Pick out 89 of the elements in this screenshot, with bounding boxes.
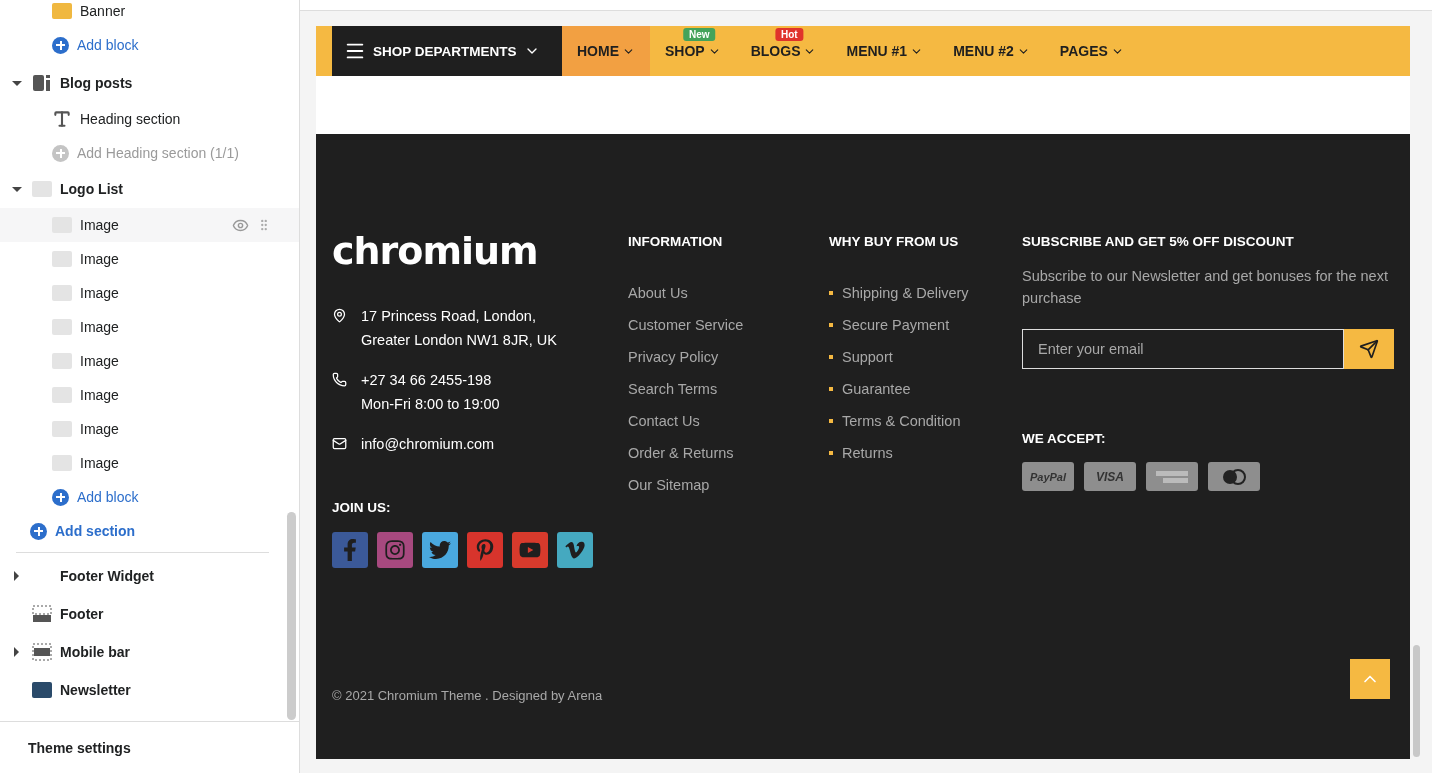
add-block-link: Add Heading section (1/1)	[0, 136, 299, 170]
phone-icon	[332, 372, 347, 387]
logo-thumbnail-icon	[52, 285, 72, 301]
nav-badge: New	[683, 28, 716, 41]
add-section-link[interactable]: Add section	[0, 514, 299, 548]
facebook-icon[interactable]	[332, 532, 368, 568]
contact-text: 17 Princess Road, London, Greater London NW1 8JR, UK	[361, 307, 557, 350]
logo-text: chromium	[332, 234, 539, 268]
logo-thumbnail-icon	[52, 455, 72, 471]
nav-item[interactable]: HOME	[562, 26, 650, 76]
section-item[interactable]: Logo List	[0, 170, 299, 208]
section-item[interactable]: Footer Widget	[0, 557, 299, 595]
logo-thumbnail-icon	[52, 353, 72, 369]
logo-thumbnail-icon	[52, 251, 72, 267]
footer-link[interactable]: Our Sitemap	[628, 469, 829, 501]
add-block-link[interactable]: Add block	[0, 28, 299, 62]
block-item[interactable]: Image	[0, 446, 299, 480]
visa-card: VISA	[1084, 462, 1136, 491]
section-item[interactable]: Mobile bar	[0, 633, 299, 671]
block-item[interactable]: Heading section	[0, 102, 299, 136]
footer-link[interactable]: About Us	[628, 277, 829, 309]
column-heading: WHY BUY FROM US	[829, 234, 960, 249]
contact-text: +27 34 66 2455-198 Mon-Fri 8:00 to 19:00	[361, 371, 500, 414]
bar-layout-icon	[32, 643, 52, 661]
card-circles-icon	[1208, 462, 1260, 491]
block-item[interactable]: Image	[0, 378, 299, 412]
vimeo-icon[interactable]	[557, 532, 593, 568]
blog-icon	[32, 74, 52, 92]
footer-link[interactable]: Terms & Condition	[829, 405, 1022, 437]
plus-icon	[52, 488, 69, 506]
nav-item[interactable]: Hot BLOGS	[735, 26, 832, 76]
block-item[interactable]: Image	[0, 310, 299, 344]
logo-thumbnail-icon	[52, 421, 72, 437]
pinterest-icon[interactable]	[467, 532, 503, 568]
block-item[interactable]: Image	[0, 344, 299, 378]
nav-item[interactable]: PAGES	[1044, 26, 1139, 76]
nav-item[interactable]: New SHOP	[650, 26, 736, 76]
plus-icon	[52, 144, 69, 162]
block-item[interactable]: Image	[0, 208, 299, 242]
block-item[interactable]: Banner	[0, 0, 299, 28]
nav-badge: Hot	[775, 28, 804, 41]
letter-icon	[52, 109, 72, 129]
footer-link[interactable]: Guarantee	[829, 373, 1022, 405]
section-item[interactable]: Blog posts	[0, 64, 299, 102]
email-field[interactable]: Enter your email	[1022, 329, 1344, 369]
section-item[interactable]: Newsletter	[0, 671, 299, 709]
youtube-icon[interactable]	[512, 532, 548, 568]
footer-link[interactable]: Support	[829, 341, 1022, 373]
instagram-icon[interactable]	[377, 532, 413, 568]
amex-card-icon	[1146, 462, 1198, 491]
scrollbar[interactable]	[287, 512, 296, 720]
footer-link[interactable]: Shipping & Delivery	[829, 277, 1022, 309]
footer-link[interactable]: Order & Returns	[628, 437, 829, 469]
departments-button[interactable]: SHOP DEPARTMENTS	[332, 26, 562, 76]
footer-link[interactable]: Secure Payment	[829, 309, 1022, 341]
block-item[interactable]: Image	[0, 242, 299, 276]
logo-thumbnail-icon	[52, 387, 72, 403]
footer-link[interactable]: Search Terms	[628, 373, 829, 405]
map-pin-icon	[332, 308, 347, 323]
send-icon	[1359, 339, 1379, 359]
block-item[interactable]: Image	[0, 412, 299, 446]
join-heading: JOIN US:	[332, 500, 392, 515]
footer-link[interactable]: Returns	[829, 437, 1022, 469]
paypal-card: PayPal	[1022, 462, 1074, 491]
plus-icon	[30, 522, 47, 540]
add-block-link[interactable]: Add block	[0, 480, 299, 514]
twitter-icon[interactable]	[422, 532, 458, 568]
scrollbar[interactable]	[1413, 645, 1420, 757]
footer-layout-icon	[32, 605, 52, 623]
plus-icon	[52, 36, 69, 54]
send-button[interactable]	[1344, 329, 1394, 369]
footer-link[interactable]: Customer Service	[628, 309, 829, 341]
subscribe-heading: SUBSCRIBE AND GET 5% OFF DISCOUNT	[1022, 234, 1295, 249]
footer-link[interactable]: Privacy Policy	[628, 341, 829, 373]
accept-heading: WE ACCEPT:	[1022, 431, 1107, 446]
logo-thumbnail-icon	[32, 181, 52, 197]
copyright-text: © 2021 Chromium Theme . Designed by Arena	[332, 688, 604, 703]
mail-icon	[332, 436, 347, 451]
subscribe-text: Subscribe to our Newsletter and get bonuses for the next purchase	[1022, 267, 1389, 308]
logo-thumbnail-icon	[52, 319, 72, 335]
column-heading: INFORMATION	[628, 234, 724, 249]
block-item[interactable]: Image	[0, 276, 299, 310]
nav-item[interactable]: MENU #2	[938, 26, 1045, 76]
contact-text: info@chromium.com	[361, 435, 495, 454]
banner-thumbnail-icon	[52, 3, 72, 19]
photo-placeholder	[32, 682, 52, 698]
nav-item[interactable]: MENU #1	[831, 26, 939, 76]
footer-link[interactable]: Contact Us	[628, 405, 829, 437]
section-item[interactable]: Footer	[0, 595, 299, 633]
